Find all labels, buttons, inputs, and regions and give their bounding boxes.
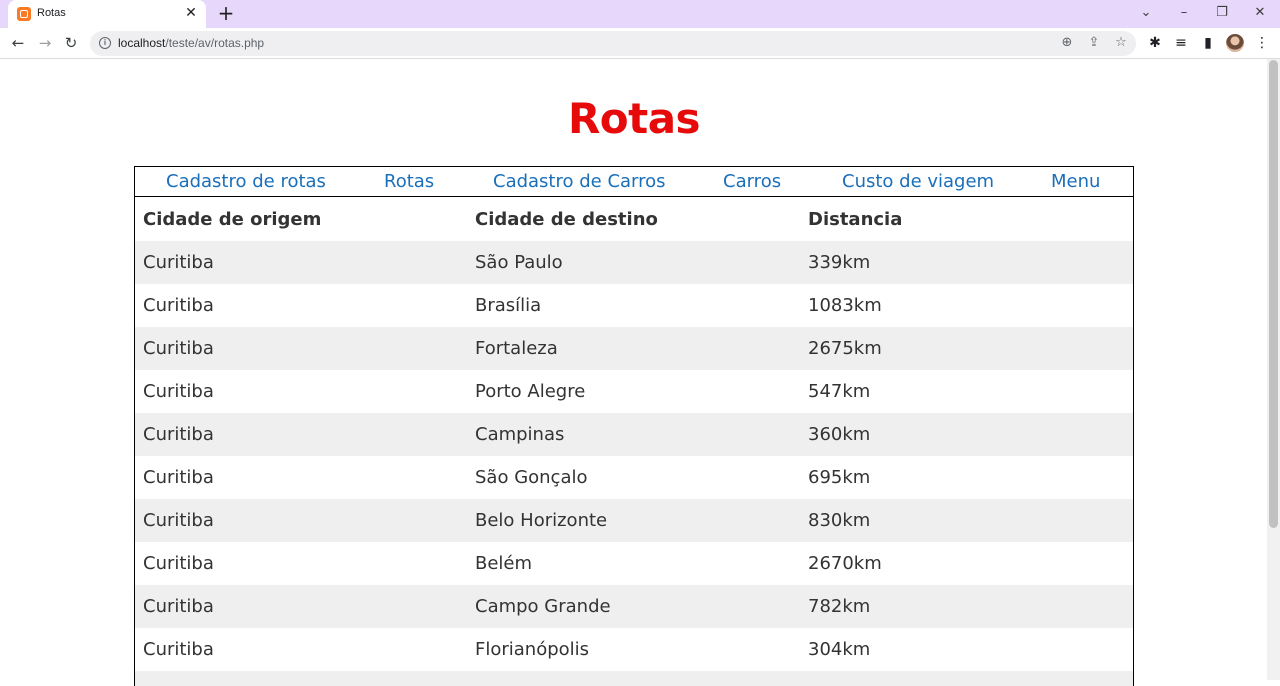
bookmark-star-icon[interactable]: ☆ — [1112, 34, 1130, 52]
table-row: Curitiba Campo Grande 782km — [135, 585, 1133, 628]
table-row: Curitiba São Gonçalo 695km — [135, 456, 1133, 499]
kebab-menu-icon[interactable]: ⋮ — [1252, 33, 1272, 53]
tab-search-chevron-icon[interactable]: ⌄ — [1127, 0, 1165, 28]
header-distancia: Distancia — [808, 209, 903, 230]
media-queue-icon[interactable]: ≡ — [1171, 33, 1191, 53]
cell-distancia: 695km — [808, 467, 871, 488]
cell-distancia: 360km — [808, 424, 871, 445]
cell-distancia: 1083km — [808, 295, 882, 316]
cell-destino: Belo Horizonte — [475, 510, 608, 531]
cell-distancia: 339km — [808, 252, 871, 273]
cell-destino: Brasília — [475, 295, 542, 316]
close-tab-icon[interactable]: ✕ — [183, 5, 199, 21]
cell-destino: São Gonçalo — [475, 467, 588, 488]
url-path: /teste/av/rotas.php — [165, 36, 265, 50]
nav-link-cadastro-de-carros[interactable]: Cadastro de Carros — [493, 171, 666, 192]
cell-origem: Curitiba — [143, 510, 214, 531]
nav-link-custo-de-viagem[interactable]: Custo de viagem — [842, 171, 994, 192]
xampp-favicon-icon — [17, 7, 31, 21]
header-cidade-de-destino: Cidade de destino — [475, 209, 658, 230]
nav-link-rotas[interactable]: Rotas — [384, 171, 434, 192]
share-icon[interactable]: ⇪ — [1085, 34, 1103, 52]
cell-destino: Fortaleza — [475, 338, 558, 359]
url-text[interactable]: localhost/teste/av/rotas.php — [118, 36, 264, 50]
table-header-row: Cidade de origem Cidade de destino Dista… — [135, 198, 1133, 241]
table-row: Curitiba São Paulo 339km — [135, 241, 1133, 284]
cell-distancia: 2670km — [808, 553, 882, 574]
back-arrow-icon[interactable]: ← — [7, 32, 29, 54]
cell-distancia: 304km — [808, 639, 871, 660]
cell-distancia: 782km — [808, 596, 871, 617]
cell-destino: Campo Grande — [475, 596, 611, 617]
browser-toolbar: ← → ↻ i localhost/teste/av/rotas.php ⊕ ⇪… — [0, 28, 1280, 59]
cell-destino: Florianópolis — [475, 639, 590, 660]
cell-distancia — [800, 671, 1133, 686]
browser-tab[interactable]: Rotas ✕ — [8, 0, 206, 28]
minimize-icon[interactable]: – — [1165, 0, 1203, 28]
address-bar[interactable]: i localhost/teste/av/rotas.php ⊕ ⇪ ☆ — [90, 31, 1136, 56]
table-row: Curitiba Brasília 1083km — [135, 284, 1133, 327]
site-info-icon[interactable]: i — [99, 37, 111, 49]
scrollbar-thumb[interactable] — [1269, 60, 1278, 528]
header-cidade-de-origem: Cidade de origem — [143, 209, 322, 230]
routes-table: Cidade de origem Cidade de destino Dista… — [135, 198, 1133, 686]
cell-origem: Curitiba — [143, 295, 214, 316]
table-row: Curitiba Belém 2670km — [135, 542, 1133, 585]
main-nav: Cadastro de rotas Rotas Cadastro de Carr… — [135, 167, 1133, 197]
reload-icon[interactable]: ↻ — [60, 32, 82, 54]
cell-origem: Curitiba — [143, 338, 214, 359]
url-host: localhost — [118, 36, 166, 50]
cell-destino: Porto Alegre — [475, 381, 586, 402]
nav-link-cadastro-de-rotas[interactable]: Cadastro de rotas — [166, 171, 326, 192]
table-row: Curitiba Porto Alegre 547km — [135, 370, 1133, 413]
page-title: Rotas — [567, 94, 701, 143]
cell-origem — [135, 671, 467, 686]
cell-origem: Curitiba — [143, 553, 214, 574]
nav-link-menu[interactable]: Menu — [1051, 171, 1100, 192]
nav-link-carros[interactable]: Carros — [723, 171, 781, 192]
table-row: Curitiba Fortaleza 2675km — [135, 327, 1133, 370]
cell-distancia: 830km — [808, 510, 871, 531]
cell-destino: Belém — [475, 553, 533, 574]
cell-distancia: 547km — [808, 381, 871, 402]
cell-distancia: 2675km — [808, 338, 882, 359]
cell-origem: Curitiba — [143, 381, 214, 402]
profile-avatar[interactable] — [1226, 34, 1244, 52]
side-panel-icon[interactable]: ▮ — [1198, 33, 1218, 53]
restore-icon[interactable]: ❐ — [1203, 0, 1241, 28]
table-row — [135, 671, 1133, 686]
browser-tab-strip: Rotas ✕ + ⌄ – ❐ ✕ — [0, 0, 1280, 28]
extensions-puzzle-icon[interactable]: ✱ — [1145, 33, 1165, 53]
zoom-icon[interactable]: ⊕ — [1058, 34, 1076, 52]
table-row: Curitiba Campinas 360km — [135, 413, 1133, 456]
cell-origem: Curitiba — [143, 424, 214, 445]
cell-destino — [467, 671, 800, 686]
cell-destino: Campinas — [475, 424, 565, 445]
tab-title: Rotas — [37, 7, 66, 19]
page-scrollbar[interactable] — [1267, 59, 1280, 680]
table-row: Curitiba Belo Horizonte 830km — [135, 499, 1133, 542]
content-frame: Cadastro de rotas Rotas Cadastro de Carr… — [134, 166, 1134, 686]
forward-arrow-icon[interactable]: → — [34, 32, 56, 54]
cell-destino: São Paulo — [475, 252, 563, 273]
cell-origem: Curitiba — [143, 639, 214, 660]
close-window-icon[interactable]: ✕ — [1241, 0, 1279, 28]
cell-origem: Curitiba — [143, 252, 214, 273]
table-row: Curitiba Florianópolis 304km — [135, 628, 1133, 671]
cell-origem: Curitiba — [143, 467, 214, 488]
new-tab-icon[interactable]: + — [216, 3, 236, 24]
cell-origem: Curitiba — [143, 596, 214, 617]
